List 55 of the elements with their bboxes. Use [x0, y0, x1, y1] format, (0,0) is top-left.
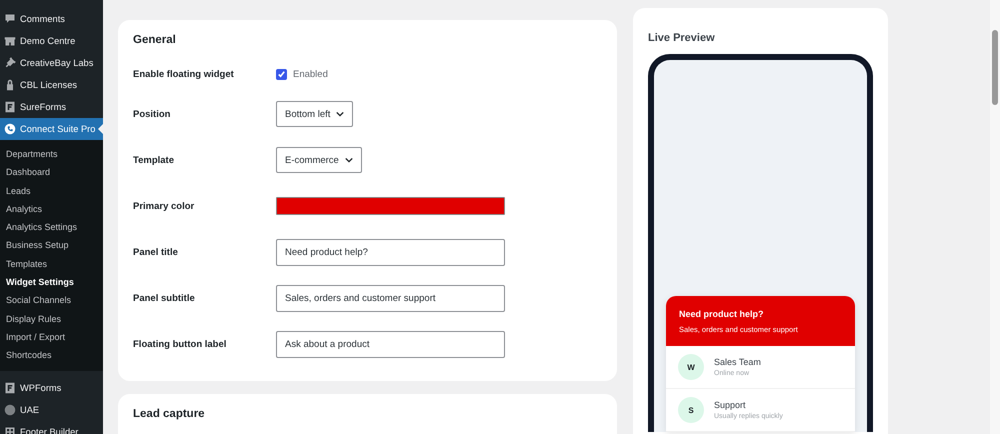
- circle-icon: [4, 404, 16, 416]
- text-input[interactable]: Sales, orders and customer support: [276, 284, 505, 312]
- preview-title: Live Preview: [648, 32, 716, 44]
- submenu-item[interactable]: Templates: [0, 254, 103, 274]
- sidebar-item[interactable]: Comments: [0, 8, 103, 30]
- submenu-item[interactable]: Social Channels: [0, 291, 103, 310]
- agent-avatar: S: [678, 397, 704, 423]
- field-label: Panel subtitle: [133, 292, 196, 304]
- chat-icon: [4, 123, 16, 135]
- submenu-item[interactable]: Business Setup: [0, 236, 103, 255]
- field-label: Enable floating widget: [133, 68, 235, 80]
- checkbox[interactable]: [276, 68, 287, 80]
- field-label: Template: [133, 154, 176, 166]
- chevron-down-icon: [336, 110, 344, 118]
- panel-title: Need product help?: [679, 309, 765, 319]
- field-label: Panel title: [133, 246, 179, 258]
- agent-avatar: W: [678, 354, 704, 380]
- lock-icon: [4, 79, 16, 91]
- submenu-item[interactable]: Leads: [0, 182, 103, 200]
- section-title: Lead capture: [133, 408, 206, 420]
- form-icon: [4, 101, 16, 113]
- scrollbar[interactable]: [990, 0, 1000, 434]
- submenu-item[interactable]: Analytics Settings: [0, 218, 103, 236]
- color-swatch[interactable]: [276, 197, 505, 215]
- field-label: Floating button label: [133, 338, 228, 350]
- submenu-item[interactable]: Widget Settings: [0, 273, 103, 292]
- sidebar-item[interactable]: CBL Licenses: [0, 74, 103, 96]
- field-label: Primary color: [133, 200, 196, 212]
- sidebar-item[interactable]: CreativeBay Labs: [0, 52, 103, 74]
- form-icon: [4, 382, 16, 394]
- chevron-down-icon: [344, 156, 353, 164]
- submenu-item[interactable]: Dashboard: [0, 163, 103, 182]
- store-icon: [4, 35, 16, 47]
- submenu-item[interactable]: Shortcodes: [0, 346, 103, 365]
- select-field[interactable]: E-commerce: [276, 147, 362, 173]
- submenu-item[interactable]: Analytics: [0, 200, 103, 218]
- sidebar-item[interactable]: UAE: [0, 398, 103, 421]
- submenu-item[interactable]: Departments: [0, 145, 103, 164]
- text-input[interactable]: Ask about a product: [276, 330, 505, 358]
- agent-name: Sales Team: [714, 357, 761, 367]
- submenu-item[interactable]: Display Rules: [0, 310, 103, 328]
- select-field[interactable]: Bottom left: [276, 101, 354, 127]
- checkbox-label: Enabled: [293, 68, 328, 80]
- text-input[interactable]: Need product help?: [276, 238, 505, 266]
- sidebar-item[interactable]: Demo Centre: [0, 30, 103, 52]
- field-label: Position: [133, 108, 172, 120]
- section-title: General: [133, 34, 177, 46]
- sidebar-item[interactable]: SureForms: [0, 96, 103, 118]
- agent-name: Support: [714, 400, 747, 410]
- sidebar-item[interactable]: Connect Suite Pro: [0, 118, 103, 140]
- submenu-item[interactable]: Import / Export: [0, 328, 103, 346]
- comment-icon: [4, 13, 16, 25]
- sidebar-item[interactable]: WPForms: [0, 376, 103, 399]
- grid-icon: [4, 426, 16, 434]
- plug-icon: [4, 57, 16, 69]
